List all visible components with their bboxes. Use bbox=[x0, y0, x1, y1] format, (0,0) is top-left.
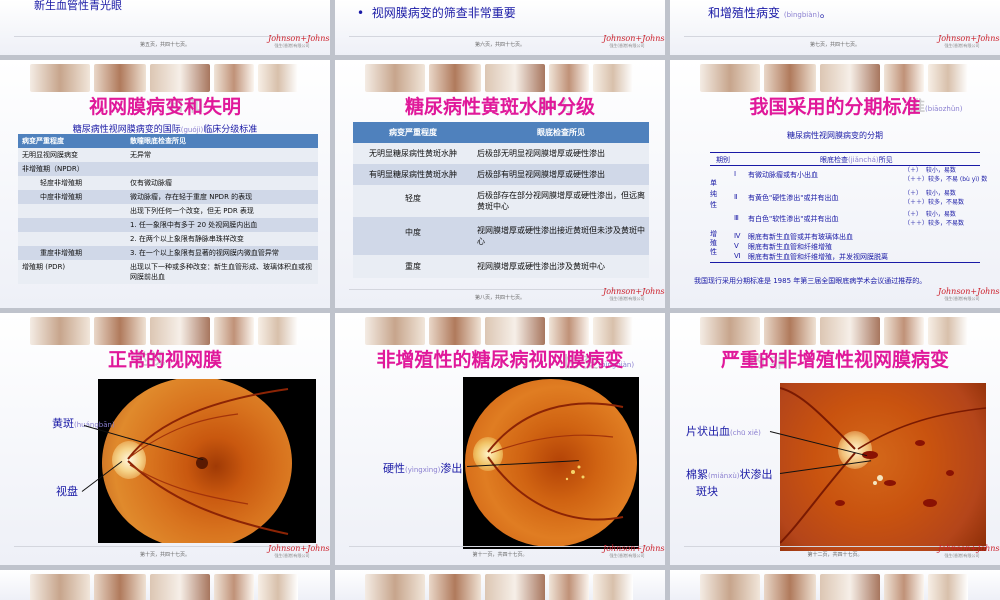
johnson-logo: Johnson+Johnson强生(香港)有限公司 bbox=[938, 34, 1000, 48]
slide-top-right[interactable]: 和增殖性病变 (bìngbiàn)。 第七页，共四十七页。 Johnson+Jo… bbox=[670, 0, 1000, 55]
staging-table: 期别 眼底检查(jiǎnchá)所见 单纯性 增殖性 Ⅰ 有微动脉瘤或有小出血 … bbox=[710, 152, 987, 263]
label-blot-hemorrhage: 片状出血(chū xiě) bbox=[686, 425, 761, 438]
table-row: 有明显糖尿病性黄斑水肿 后极部有明显视网膜增厚或硬性渗出 bbox=[353, 164, 649, 185]
johnson-logo: Johnson+Johnson强生(香港)有限公司 bbox=[268, 34, 330, 48]
label-macula: 黄斑(huángbān) bbox=[52, 417, 115, 430]
label-cotton-wool-spot: 棉絮(miánxù)状渗出 斑块 bbox=[686, 468, 773, 498]
footnote: 我国现行采用分期标准是 1985 年第三届全国眼底病学术会议通过推荐的。 bbox=[694, 277, 927, 285]
table-row: 1. 任一象限中有多于 20 处视网膜内出血 bbox=[18, 218, 318, 232]
slide-normal-retina[interactable]: 的视 正常的视网膜 黄斑(huángbān) 视盘 第十页，共四十七页。 Joh… bbox=[0, 313, 330, 565]
johnson-logo: Johnson+Johnson强生(香港)有限公司 bbox=[603, 287, 665, 301]
slide-top-left[interactable]: 新生血管性青光眼 第五页，共四十七页。 Johnson+Johnson强生(香港… bbox=[0, 0, 330, 55]
table-row: Ⅱ 有黄色"硬性渗出"或并有出血 （＋） 较小，易数 （＋＋）较多，不易数 bbox=[734, 190, 965, 206]
retinal-lesions bbox=[780, 387, 986, 544]
slide-text: 新生血管性青光眼 bbox=[34, 0, 122, 12]
table-row: 轻度 后极部存在部分视网膜增厚或硬性渗出，但远离黄斑中心 bbox=[353, 185, 649, 217]
johnson-logo: Johnson+Johnson强生(香港)有限公司 bbox=[603, 544, 665, 558]
table-header: 病变严重程度 bbox=[18, 134, 126, 148]
table-header: 期别 bbox=[716, 156, 730, 164]
header-photo-strip bbox=[365, 574, 635, 600]
table-header: 病变严重程度 bbox=[353, 122, 473, 143]
header-photo-strip bbox=[365, 317, 635, 345]
group-label: 单纯性 bbox=[710, 179, 717, 209]
label-hard-exudate: 硬性(yìngxìng)渗出 bbox=[383, 462, 463, 475]
slide-bottom-middle[interactable] bbox=[335, 570, 665, 600]
slide-title: 严重的非增殖性视网膜病变 bbox=[720, 349, 949, 371]
label-optic-disc: 视盘 bbox=[56, 485, 78, 498]
grading-table: 病变严重程度 散瞳眼底检查所见 无明显视网膜病变 无异常 非增殖期（NPDR） 轻度… bbox=[18, 134, 318, 284]
table-header: 眼底检查所见 bbox=[473, 122, 649, 143]
slide-title: 糖尿病性黄斑水肿分级 bbox=[404, 96, 595, 118]
table-header: 散瞳眼底检查所见 bbox=[126, 134, 318, 148]
johnson-logo: Johnson+Johnson强生(香港)有限公司 bbox=[268, 544, 330, 558]
table-row: 无明显糖尿病性黄斑水肿 后极部无明显视网膜增厚或硬性渗出 bbox=[353, 143, 649, 164]
slide-title: 视网膜病变和失明 bbox=[88, 96, 241, 118]
retinal-vessels bbox=[127, 388, 289, 535]
table-row: Ⅰ 有微动脉瘤或有小出血 （＋） 较小，易数 （＋＋）较多，不易 (bù yì)… bbox=[734, 167, 988, 183]
macular-edema-table: 病变严重程度 眼底检查所见 无明显糖尿病性黄斑水肿 后极部无明显视网膜增厚或硬性渗出… bbox=[353, 122, 649, 278]
normal-fundus-image bbox=[98, 379, 316, 543]
slide-top-middle[interactable]: • 视网膜病变的筛查非常重要 第六页，共四十七页。 Johnson+Johnso… bbox=[335, 0, 665, 55]
slide-severe-nonproliferative[interactable]: 的 非 严重的非增殖性视网膜病变 片状出血(chū xiě) 棉絮(miánxù… bbox=[670, 313, 1000, 565]
table-row: 中度非增殖期 微动脉瘤，存在轻于重度 NPDR 的表现 bbox=[18, 190, 318, 204]
table-row: 增殖期 (PDR) 出现以下一种或多种改变：新生血管形成、玻璃体积血或视网膜前出血 bbox=[18, 260, 318, 284]
header-photo-strip bbox=[700, 574, 970, 600]
table-caption: 糖尿病性视网膜病变的分期 bbox=[787, 131, 883, 140]
slide-title: 非增殖性的糖尿病视网膜病变 bbox=[376, 349, 624, 371]
severe-fundus-image bbox=[780, 383, 986, 551]
slide-title: 正常的视网膜 bbox=[107, 349, 222, 371]
slide-blindness-grading[interactable]: 和 和 视网膜病变和失明 糖尿病性视网膜病变的国际(guójì)临床分级标准 病… bbox=[0, 60, 330, 308]
table-row: 2. 在两个以上象限有静脉串珠样改变 bbox=[18, 232, 318, 246]
group-label: 增殖性 bbox=[710, 230, 717, 256]
table-row: 中度 视网膜增厚或硬性渗出接近黄斑但未涉及黄斑中心 bbox=[353, 217, 649, 255]
header-photo-strip bbox=[30, 574, 300, 600]
johnson-logo: Johnson+Johnson强生(香港)有限公司 bbox=[938, 544, 1000, 558]
header-photo-strip bbox=[700, 317, 970, 345]
slide-china-staging[interactable]: 准(biāozhǔn) 我国采用的分期标准 糖尿病性视网膜病变的分期 期别 眼底… bbox=[670, 60, 1000, 308]
slide-bottom-left[interactable] bbox=[0, 570, 330, 600]
johnson-logo: Johnson+Johnson强生(香港)有限公司 bbox=[603, 34, 665, 48]
table-header: 眼底检查(jiǎnchá)所见 bbox=[820, 156, 893, 164]
table-row: 非增殖期（NPDR） bbox=[18, 162, 318, 176]
header-photo-strip bbox=[365, 64, 635, 92]
table-row: 轻度非增殖期 仅有微动脉瘤 bbox=[18, 176, 318, 190]
table-row: 重度 视网膜增厚或硬性渗出涉及黄斑中心 bbox=[353, 255, 649, 278]
slide-title: 我国采用的分期标准 bbox=[749, 96, 921, 118]
slide-nonproliferative[interactable]: 性 变(bìngbiàn) 非增殖性的糖尿病视网膜病变 硬性(yìngxìng)… bbox=[335, 313, 665, 565]
table-row: Ⅲ 有白色"软性渗出"或并有出血 （＋） 较小，易数 （＋＋）较多，不易数 bbox=[734, 211, 965, 227]
header-photo-strip bbox=[30, 64, 300, 92]
bullet-item: • 视网膜病变的筛查非常重要 bbox=[357, 6, 516, 20]
table-row: 重度非增殖期 3. 在一个以上象限有显著的视网膜内微血管异常 bbox=[18, 246, 318, 260]
slide-macular-edema[interactable]: 肿 分 糖尿病性黄斑水肿分级 病变严重程度 眼底检查所见 无明显糖尿病性黄斑水肿后… bbox=[335, 60, 665, 308]
table-row: 无明显视网膜病变 无异常 bbox=[18, 148, 318, 162]
slide-bottom-right[interactable] bbox=[670, 570, 1000, 600]
header-photo-strip bbox=[30, 317, 300, 345]
slide-text: 和增殖性病变 (bìngbiàn)。 bbox=[708, 6, 832, 20]
nonproliferative-fundus-image bbox=[463, 377, 639, 549]
header-photo-strip bbox=[700, 64, 970, 92]
table-row: 出现下列任何一个改变，但无 PDR 表现 bbox=[18, 204, 318, 218]
retinal-vessels bbox=[487, 402, 624, 521]
johnson-logo: Johnson+Johnson强生(香港)有限公司 bbox=[938, 287, 1000, 301]
bullet-icon: • bbox=[357, 6, 365, 20]
